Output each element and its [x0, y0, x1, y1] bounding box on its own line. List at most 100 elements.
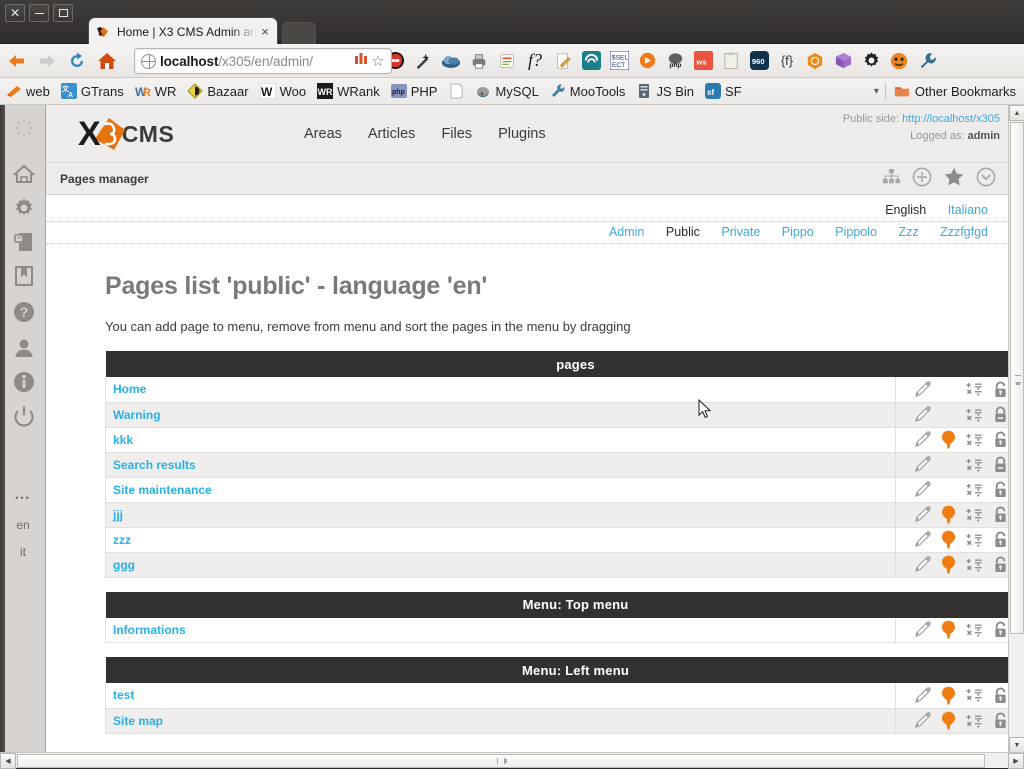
page-operations-icon[interactable] [961, 710, 987, 732]
lock-open-icon[interactable] [987, 529, 1008, 551]
vertical-scroll-thumb[interactable] [1010, 122, 1024, 634]
page-name-link[interactable]: ggg [113, 558, 135, 572]
language-english[interactable]: English [885, 203, 926, 217]
lock-open-icon[interactable] [987, 554, 1008, 576]
bookmarks-overflow-chevron-icon[interactable]: ▾ [874, 86, 879, 97]
section-public[interactable]: Public [666, 225, 700, 239]
page-name-link[interactable]: jjj [113, 508, 123, 522]
page-name-link[interactable]: Home [113, 382, 146, 396]
clipboard-icon[interactable] [717, 47, 745, 75]
lock-open-icon[interactable] [987, 684, 1008, 706]
bookmark-mysql[interactable]: ? MySQL [475, 83, 538, 99]
maximize-window-button[interactable] [53, 4, 73, 22]
lock-open-icon[interactable] [987, 429, 1008, 451]
sitemap-icon[interactable] [883, 169, 900, 189]
table-row[interactable]: Warning [106, 402, 1009, 427]
bookmark-php[interactable]: php PHP [391, 83, 438, 99]
publish-balloon-icon[interactable] [935, 429, 961, 451]
close-window-button[interactable]: ✕ [5, 4, 25, 22]
lock-open-icon[interactable] [987, 479, 1008, 501]
bookmark-bazaar[interactable]: Bazaar [187, 83, 248, 99]
table-row[interactable]: Search results [106, 452, 1009, 477]
edit-page-icon[interactable] [909, 684, 935, 706]
bookmark-web[interactable]: web [6, 83, 50, 99]
section-private[interactable]: Private [721, 225, 760, 239]
minimize-window-button[interactable] [29, 4, 49, 22]
home-icon[interactable] [94, 48, 120, 74]
new-tab-button[interactable] [282, 22, 316, 44]
user-icon[interactable] [9, 333, 39, 363]
table-row[interactable]: test [106, 683, 1009, 708]
table-row[interactable]: Site maintenance [106, 477, 1009, 502]
nav-item-articles[interactable]: Articles [368, 126, 416, 142]
power-icon[interactable] [9, 401, 39, 431]
launcher-lang-it[interactable]: it [0, 545, 46, 559]
chevron-down-circle-icon[interactable] [976, 167, 996, 192]
spinner-icon[interactable] [9, 113, 39, 143]
page-operations-icon[interactable] [961, 378, 987, 400]
table-row[interactable]: Site map [106, 708, 1009, 733]
home-icon[interactable] [9, 159, 39, 189]
lock-open-icon[interactable] [987, 710, 1008, 732]
publish-balloon-icon[interactable] [935, 504, 961, 526]
page-name-link[interactable]: Site map [113, 714, 163, 728]
page-name-link[interactable]: test [113, 688, 134, 702]
table-row[interactable]: zzz [106, 527, 1009, 552]
page-operations-icon[interactable] [961, 554, 987, 576]
page-name-link[interactable]: Search results [113, 458, 196, 472]
table-row[interactable]: Home [106, 377, 1009, 402]
scroll-left-button[interactable]: ◀ [0, 753, 16, 769]
selenium-icon[interactable]: $SELECT [605, 47, 633, 75]
page-operations-icon[interactable] [961, 479, 987, 501]
edit-page-icon[interactable] [909, 619, 935, 641]
orange-circle-icon[interactable] [633, 47, 661, 75]
publish-balloon-icon[interactable] [935, 710, 961, 732]
page-operations-icon[interactable] [961, 404, 987, 426]
other-bookmarks-folder[interactable]: Other Bookmarks [894, 83, 1016, 99]
nav-item-files[interactable]: Files [441, 126, 472, 142]
bookmark-mootools[interactable]: MooTools [550, 83, 626, 99]
star-icon[interactable] [944, 167, 964, 191]
nav-item-areas[interactable]: Areas [304, 126, 342, 142]
edit-page-icon[interactable] [909, 504, 935, 526]
gear-icon[interactable] [9, 193, 39, 223]
close-tab-button[interactable]: × [259, 25, 271, 38]
webstorm-icon[interactable]: ws [689, 47, 717, 75]
section-pippo[interactable]: Pippo [782, 225, 814, 239]
table-row[interactable]: jjj [106, 502, 1009, 527]
page-name-link[interactable]: kkk [113, 433, 133, 447]
page-operations-icon[interactable] [961, 454, 987, 476]
plus-circle-icon[interactable] [912, 167, 932, 192]
section-admin[interactable]: Admin [609, 225, 644, 239]
publish-balloon-icon[interactable] [935, 619, 961, 641]
history-icon[interactable] [353, 52, 369, 71]
edit-page-icon[interactable] [909, 404, 935, 426]
page-operations-icon[interactable] [961, 529, 987, 551]
curly-braces-icon[interactable]: {f} [773, 47, 801, 75]
scroll-right-button[interactable]: ▶ [1008, 753, 1024, 769]
page-name-link[interactable]: Site maintenance [113, 483, 212, 497]
webdev-wand-icon[interactable] [409, 47, 437, 75]
bookmark-gtrans[interactable]: 文A GTrans [61, 83, 124, 99]
section-zzzfgfgd[interactable]: Zzzfgfgd [940, 225, 988, 239]
gear-icon[interactable] [857, 47, 885, 75]
edit-page-icon[interactable] [909, 554, 935, 576]
edit-page-icon[interactable] [909, 479, 935, 501]
table-row[interactable]: ggg [106, 552, 1009, 577]
bookmark-jsbin[interactable]: JS Bin [636, 83, 694, 99]
table-row[interactable]: Informations [106, 618, 1009, 643]
bookmark-blank[interactable] [448, 83, 464, 99]
back-arrow-icon[interactable] [4, 48, 30, 74]
page-vertical-scrollbar[interactable]: ▲ ▼ [1008, 105, 1024, 753]
960gs-icon[interactable]: 960 [745, 47, 773, 75]
x3cms-logo[interactable]: X CMS [78, 113, 174, 155]
page-operations-icon[interactable] [961, 684, 987, 706]
edit-page-icon[interactable] [909, 429, 935, 451]
firebug-f-icon[interactable]: f? [521, 47, 549, 75]
notepad-icon[interactable] [549, 47, 577, 75]
reload-icon[interactable] [64, 48, 90, 74]
edit-page-icon[interactable] [909, 454, 935, 476]
lock-closed-icon[interactable] [987, 404, 1008, 426]
page-operations-icon[interactable] [961, 504, 987, 526]
launcher-lang-en[interactable]: en [0, 518, 46, 532]
